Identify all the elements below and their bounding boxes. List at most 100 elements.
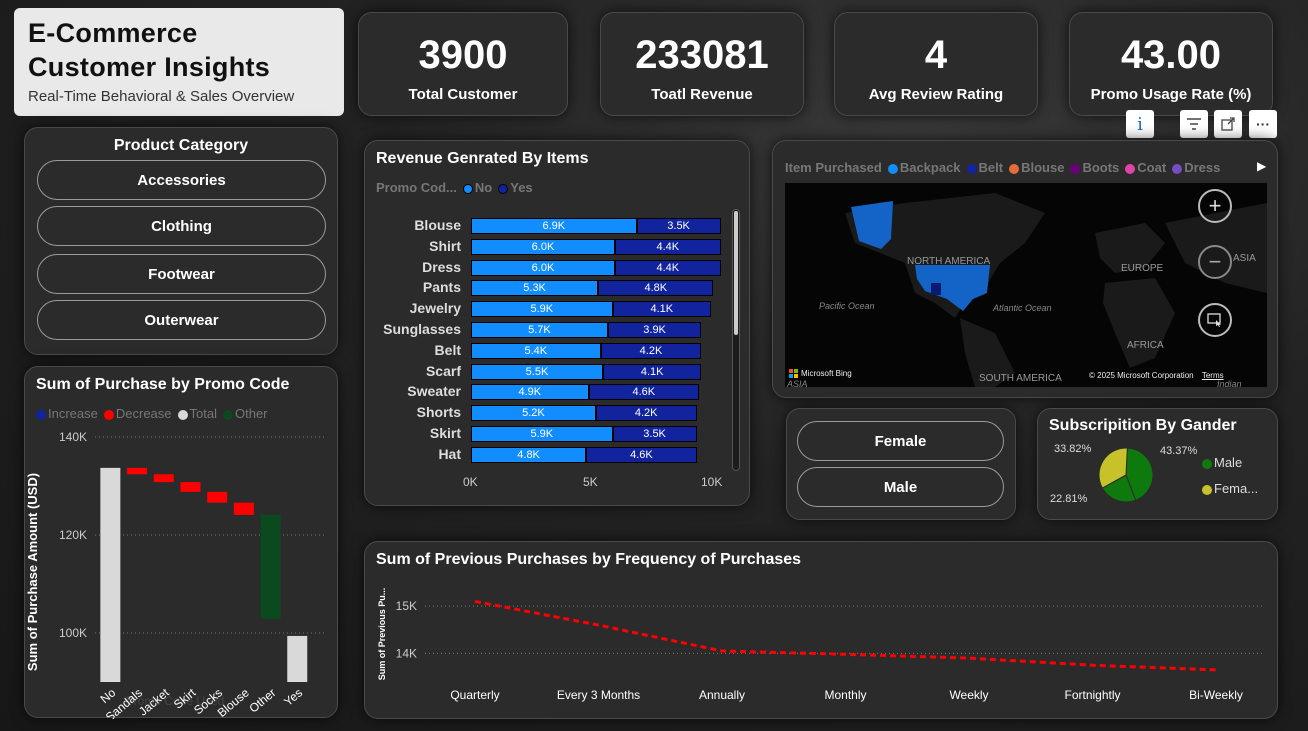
- zoom-out-icon[interactable]: −: [1198, 245, 1232, 279]
- legend-item: Blouse: [1009, 160, 1064, 175]
- waterfall-bar-skirt[interactable]: [180, 482, 201, 492]
- map-label: Indian Ocean: [1217, 379, 1242, 387]
- bar-category-label: Sunglasses: [383, 321, 461, 337]
- x-tick: 10K: [701, 475, 723, 489]
- waterfall-bar-yes[interactable]: [287, 635, 308, 682]
- map-label: SOUTH AMERICA: [979, 373, 1062, 384]
- bar-segment-no[interactable]: 4.9K: [471, 384, 589, 401]
- waterfall-bar-other[interactable]: [260, 514, 281, 619]
- selection-tool-icon[interactable]: [1198, 303, 1232, 337]
- pie-label: 22.81%: [1050, 493, 1088, 505]
- bar-segment-no[interactable]: 6.0K: [471, 238, 615, 255]
- bar-segment-no[interactable]: 5.9K: [471, 301, 613, 318]
- map-copyright: © 2025 Microsoft Corporation Terms: [1089, 371, 1224, 380]
- bar-segment-yes[interactable]: 4.8K: [598, 280, 714, 297]
- kpi-label: Total Customer: [408, 86, 518, 103]
- y-tick: 14K: [396, 646, 417, 660]
- bar-category-label: Blouse: [414, 217, 461, 233]
- gender-slicer: Female Male: [786, 408, 1016, 520]
- legend-item: Belt: [966, 160, 1003, 175]
- map-label: Atlantic Ocean: [993, 303, 1052, 313]
- bar-segment-no[interactable]: 5.7K: [471, 322, 608, 338]
- dashboard-title: E-Commerce Customer Insights: [28, 16, 270, 84]
- title-block: E-Commerce Customer Insights Real-Time B…: [14, 8, 344, 116]
- zoom-in-icon[interactable]: +: [1198, 189, 1232, 223]
- bar-segment-yes[interactable]: 4.2K: [595, 405, 697, 422]
- map-canvas[interactable]: NORTH AMERICA EUROPE ASIA AFRICA SOUTH A…: [785, 183, 1267, 387]
- legend-item: Yes: [498, 180, 533, 195]
- line-svg: Sum of Previous Pu... 15K 14K Quarterly Eve…: [377, 588, 1265, 702]
- terms-link[interactable]: Terms: [1202, 371, 1224, 380]
- map-visual: Item Purchased Backpack Belt Blouse Boot…: [772, 140, 1278, 398]
- category-accessories-button[interactable]: Accessories: [37, 160, 326, 200]
- bing-brand-text: Microsoft Bing: [801, 369, 852, 378]
- bar-segment-yes[interactable]: 3.5K: [612, 426, 697, 442]
- line-series[interactable]: [474, 599, 1217, 672]
- bar-segment-yes[interactable]: 4.6K: [588, 384, 699, 401]
- bar-segment-yes[interactable]: 4.2K: [600, 342, 702, 359]
- bar-segment-yes[interactable]: 4.1K: [603, 363, 702, 380]
- legend-next-icon[interactable]: ▶: [1257, 159, 1266, 173]
- waterfall-svg: Sum of Purchase Amount (USD) Promo Code …: [25, 430, 325, 719]
- chart-title: Revenue Genrated By Items: [376, 150, 589, 167]
- bar-category-label: Scarf: [425, 362, 461, 379]
- previous-purchases-line-chart: Sum of Previous Purchases by Frequency o…: [364, 541, 1278, 719]
- bar-segment-no[interactable]: 5.5K: [471, 363, 603, 380]
- filter-icon[interactable]: [1180, 110, 1208, 138]
- bar-segment-no[interactable]: 4.8K: [471, 446, 587, 463]
- kpi-value: 233081: [635, 33, 769, 77]
- gender-female-button[interactable]: Female: [797, 421, 1004, 461]
- category-clothing-button[interactable]: Clothing: [37, 206, 326, 246]
- microsoft-logo-icon: [789, 369, 798, 378]
- bar-category-label: Jewelry: [409, 300, 461, 317]
- legend-item: Coat: [1125, 160, 1166, 175]
- bar-segment-no[interactable]: 6.9K: [471, 218, 637, 234]
- more-options-icon[interactable]: ···: [1249, 110, 1277, 138]
- bar-segment-no[interactable]: 5.3K: [471, 280, 599, 297]
- subscription-by-gender-chart: Subscripition By Gander 33.82% 43.37% 22…: [1037, 408, 1278, 520]
- gender-male-button[interactable]: Male: [797, 467, 1004, 507]
- bar-segment-no[interactable]: 5.2K: [471, 405, 596, 422]
- bar-segment-yes[interactable]: 4.4K: [615, 238, 721, 255]
- legend-item: Backpack: [887, 160, 961, 175]
- x-tick: Monthly: [824, 688, 866, 702]
- bar-segment-yes[interactable]: 3.5K: [636, 218, 721, 234]
- waterfall-bar-blouse[interactable]: [233, 502, 254, 515]
- category-footwear-button[interactable]: Footwear: [37, 254, 326, 294]
- y-tick: 100K: [59, 626, 87, 640]
- y-tick: 140K: [59, 430, 87, 444]
- kpi-label: Promo Usage Rate (%): [1090, 86, 1252, 103]
- legend-item: Boots: [1070, 160, 1119, 175]
- kpi-value: 3900: [418, 33, 508, 77]
- legend-item: Fema...: [1202, 481, 1258, 496]
- scrollbar[interactable]: [732, 209, 740, 471]
- waterfall-bar-socks[interactable]: [207, 491, 228, 503]
- focus-mode-icon[interactable]: [1214, 110, 1242, 138]
- category-outerwear-button[interactable]: Outerwear: [37, 300, 326, 340]
- bar-segment-no[interactable]: 5.9K: [471, 426, 613, 442]
- scrollbar-thumb[interactable]: [734, 211, 738, 335]
- bar-segment-yes[interactable]: 4.6K: [586, 446, 697, 463]
- promo-code-waterfall-chart: Sum of Purchase by Promo Code Increase D…: [24, 366, 338, 719]
- x-tick: Bi-Weekly: [1189, 688, 1243, 702]
- x-tick: Other: [246, 686, 278, 716]
- waterfall-bar-jacket[interactable]: [153, 474, 174, 483]
- kpi-promo-usage: 43.00 Promo Usage Rate (%): [1069, 12, 1273, 116]
- legend-item: No: [462, 180, 492, 195]
- bing-logo: Microsoft Bing: [789, 369, 852, 378]
- info-icon[interactable]: i: [1126, 110, 1154, 138]
- waterfall-bar-no[interactable]: [100, 467, 121, 682]
- legend-title: Item Purchased: [785, 160, 882, 175]
- bar-segment-no[interactable]: 5.4K: [471, 342, 601, 359]
- x-tick: 0K: [463, 475, 478, 489]
- x-tick: Annually: [699, 688, 745, 702]
- map-label: AFRICA: [1127, 340, 1164, 351]
- legend-item: Dress: [1172, 160, 1220, 175]
- waterfall-bar-sandals[interactable]: [127, 467, 148, 475]
- bar-segment-yes[interactable]: 3.9K: [607, 322, 702, 338]
- bar-segment-yes[interactable]: 4.1K: [612, 301, 711, 318]
- bar-category-label: Belt: [434, 341, 461, 358]
- bar-category-label: Shorts: [416, 404, 461, 421]
- bar-segment-yes[interactable]: 4.4K: [615, 259, 721, 276]
- bar-segment-no[interactable]: 6.0K: [471, 259, 615, 276]
